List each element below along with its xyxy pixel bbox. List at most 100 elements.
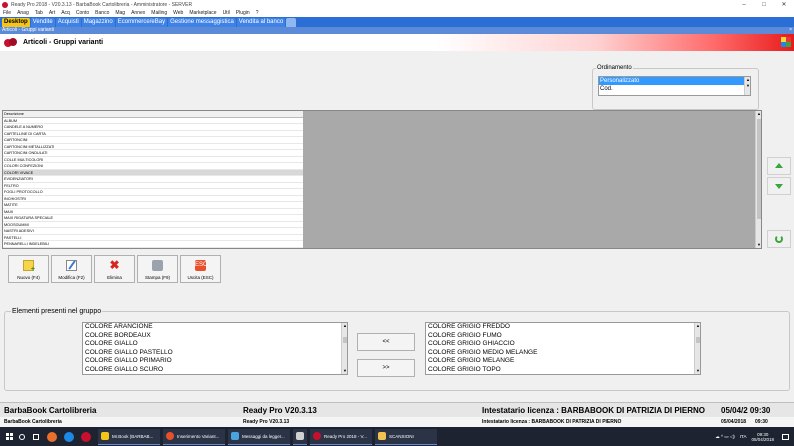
list-item[interactable]: COLORE GIALLO bbox=[83, 340, 347, 349]
menu-anag[interactable]: Anag bbox=[17, 10, 29, 16]
menu-mailing[interactable]: Mailing bbox=[151, 10, 167, 16]
menu-art[interactable]: Art bbox=[49, 10, 55, 16]
tab-magazzino[interactable]: Magazzino bbox=[81, 18, 115, 27]
cube-icon[interactable] bbox=[781, 37, 791, 47]
taskbar-item-mrbook[interactable]: Mr.Book (BARBAB... bbox=[98, 428, 160, 445]
chrome-icon bbox=[166, 432, 174, 440]
tab-desktop[interactable]: Desktop bbox=[2, 18, 30, 27]
status-license: Intestatario licenza : BARBABOOK DI PATR… bbox=[482, 406, 705, 415]
tab-vendite[interactable]: Vendite bbox=[30, 18, 55, 27]
scroll-up-icon[interactable]: ▲ bbox=[342, 323, 347, 329]
search-icon[interactable] bbox=[19, 433, 25, 440]
taskbar-item-readypro[interactable]: Ready Pro 2018 - V... bbox=[310, 428, 372, 445]
menu-web[interactable]: Web bbox=[173, 10, 183, 16]
list-item[interactable]: COLORE GRIGIO FUMO bbox=[426, 332, 700, 341]
menu-tab[interactable]: Tab bbox=[35, 10, 43, 16]
tab-more[interactable]: . bbox=[286, 18, 297, 27]
firefox-icon[interactable] bbox=[47, 431, 57, 442]
members-scrollbar[interactable]: ▲ ▼ bbox=[341, 323, 347, 374]
delete-button[interactable]: ✖ Elimina bbox=[94, 255, 135, 283]
edge-icon[interactable] bbox=[64, 431, 74, 442]
new-button[interactable]: Nuovo (F4) bbox=[8, 255, 49, 283]
exit-button[interactable]: ESC Uscita (ESC) bbox=[180, 255, 221, 283]
groups-list[interactable]: Descrizione ALBUM CANDELE A NUMERO CARTE… bbox=[3, 111, 303, 248]
menu-help[interactable]: ? bbox=[256, 10, 259, 16]
list-item[interactable]: COLORE GRIGIO MEDIO MELANGE bbox=[426, 349, 700, 358]
menu-banco[interactable]: Banco bbox=[95, 10, 109, 16]
windows-start-icon[interactable] bbox=[6, 433, 13, 440]
close-document-icon[interactable]: × bbox=[789, 27, 792, 34]
system-clock[interactable]: 09:30 05/04/2018 bbox=[751, 432, 774, 442]
scroll-up-icon[interactable]: ▲ bbox=[756, 111, 762, 117]
ordering-scrollbar[interactable]: ▲ ▼ bbox=[744, 77, 750, 95]
menu-plugin[interactable]: Plugin bbox=[236, 10, 250, 16]
scroll-thumb[interactable] bbox=[696, 337, 700, 343]
move-down-button[interactable] bbox=[767, 177, 791, 195]
info-version: Ready Pro V20.3.13 bbox=[243, 419, 290, 425]
available-list[interactable]: COLORE GRIGIO FREDDO COLORE GRIGIO FUMO … bbox=[425, 322, 701, 375]
list-item[interactable]: COLORE ARANCIONE bbox=[83, 323, 347, 332]
new-button-label: Nuovo (F4) bbox=[17, 275, 40, 280]
menu-acq[interactable]: Acq bbox=[61, 10, 70, 16]
readypro-pinned-icon[interactable] bbox=[81, 431, 91, 442]
table-row[interactable]: PENNARELLI INDELEBILI bbox=[3, 241, 303, 248]
refresh-button[interactable] bbox=[767, 230, 791, 248]
ordering-list[interactable]: Personalizzato Cod. ▲ ▼ bbox=[598, 76, 751, 96]
ordering-option-cod[interactable]: Cod. bbox=[599, 85, 750, 93]
calculator-icon bbox=[296, 432, 304, 440]
scroll-thumb[interactable] bbox=[343, 337, 347, 343]
list-item[interactable]: COLORE GRIGIO TOPO bbox=[426, 366, 700, 375]
list-item[interactable]: COLORE GIALLO PRIMARIO bbox=[83, 357, 347, 366]
maximize-button[interactable]: □ bbox=[754, 2, 774, 8]
taskbar-item-scansioni[interactable]: SCANSIONI bbox=[375, 428, 437, 445]
groups-scrollbar[interactable]: ▲ ▼ bbox=[755, 111, 761, 248]
scroll-thumb[interactable] bbox=[757, 119, 761, 219]
add-to-group-button[interactable]: << bbox=[357, 333, 415, 351]
scroll-down-icon[interactable]: ▼ bbox=[342, 368, 347, 374]
task-view-icon[interactable] bbox=[33, 433, 39, 440]
new-icon bbox=[23, 260, 35, 273]
taskbar-item-calculator[interactable] bbox=[293, 428, 307, 445]
menu-mag[interactable]: Mag bbox=[115, 10, 125, 16]
tab-acquisti[interactable]: Acquisti bbox=[55, 18, 81, 27]
taskbar-item-label: Messaggi da legger... bbox=[242, 433, 285, 439]
taskbar-item-label: Inserimento Variant... bbox=[177, 433, 220, 439]
menu-file[interactable]: File bbox=[3, 10, 11, 16]
list-item[interactable]: COLORE BORDEAUX bbox=[83, 332, 347, 341]
members-list[interactable]: COLORE ARANCIONE COLORE BORDEAUX COLORE … bbox=[82, 322, 348, 375]
print-button[interactable]: Stampa (F9) bbox=[137, 255, 178, 283]
minimize-button[interactable]: – bbox=[734, 2, 754, 8]
document-tab[interactable]: Articoli - Gruppi varianti × bbox=[0, 27, 794, 34]
scroll-down-icon[interactable]: ▼ bbox=[745, 83, 751, 89]
ordering-option-personalizzato[interactable]: Personalizzato bbox=[599, 77, 750, 85]
app-icon bbox=[101, 432, 109, 440]
list-item[interactable]: COLORE GIALLO SCURO bbox=[83, 366, 347, 375]
tray-icons[interactable]: ☁ ^ ▭ ◁) bbox=[715, 434, 735, 440]
move-up-button[interactable] bbox=[767, 157, 791, 175]
ordering-group: Ordinamento Personalizzato Cod. ▲ ▼ bbox=[592, 65, 759, 110]
menu-bar: File Anag Tab Art Acq Conto Banco Mag An… bbox=[0, 9, 794, 17]
scroll-down-icon[interactable]: ▼ bbox=[695, 368, 700, 374]
tab-vendita-banco[interactable]: Vendita al banco bbox=[236, 18, 286, 27]
scroll-down-icon[interactable]: ▼ bbox=[756, 242, 762, 248]
edit-button[interactable]: Modifica (F2) bbox=[51, 255, 92, 283]
list-item[interactable]: COLORE GIALLO PASTELLO bbox=[83, 349, 347, 358]
taskbar-item-chrome[interactable]: Inserimento Variant... bbox=[163, 428, 225, 445]
list-item[interactable]: COLORE GRIGIO FREDDO bbox=[426, 323, 700, 332]
tab-messaggistica[interactable]: Gestione messaggistica bbox=[168, 18, 236, 27]
tab-ecommerce[interactable]: Ecommerce/eBay bbox=[115, 18, 168, 27]
list-item[interactable]: COLORE GRIGIO GHIACCIO bbox=[426, 340, 700, 349]
input-language[interactable]: ITA bbox=[740, 434, 747, 439]
taskbar-item-mail[interactable]: Messaggi da legger... bbox=[228, 428, 290, 445]
notification-icon[interactable] bbox=[782, 433, 789, 440]
menu-util[interactable]: Util bbox=[223, 10, 230, 16]
menu-marketplace[interactable]: Marketplace bbox=[189, 10, 216, 16]
scroll-up-icon[interactable]: ▲ bbox=[695, 323, 700, 329]
app-logo-icon bbox=[4, 38, 18, 47]
menu-conto[interactable]: Conto bbox=[76, 10, 89, 16]
remove-from-group-button[interactable]: >> bbox=[357, 359, 415, 377]
menu-annex[interactable]: Annex bbox=[131, 10, 145, 16]
list-item[interactable]: COLORE GRIGIO MELANGE bbox=[426, 357, 700, 366]
available-scrollbar[interactable]: ▲ ▼ bbox=[694, 323, 700, 374]
close-window-button[interactable]: ✕ bbox=[774, 1, 794, 8]
